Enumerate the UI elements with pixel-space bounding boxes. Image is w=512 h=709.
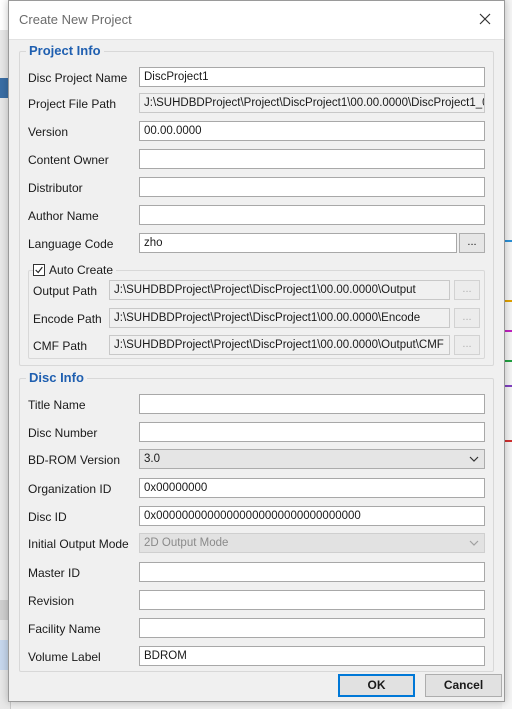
title-name-input[interactable] xyxy=(139,394,485,414)
facility-name-row: Facility Name xyxy=(28,618,485,640)
ok-button[interactable]: OK xyxy=(338,674,415,697)
cmf-path-row: CMF Path J:\SUHDBDProject\Project\DiscPr… xyxy=(33,335,480,357)
organization-id-row: Organization ID 0x00000000 xyxy=(28,478,485,500)
initial-output-mode-label: Initial Output Mode xyxy=(28,537,129,551)
disc-info-group: Disc Info Title Name Disc Number BD-ROM … xyxy=(19,370,494,672)
project-file-path-label: Project File Path xyxy=(28,97,117,111)
auto-create-checkbox[interactable] xyxy=(33,264,45,276)
content-owner-row: Content Owner xyxy=(28,149,485,171)
auto-create-group: Auto Create Output Path J:\SUHDBDProject… xyxy=(28,263,485,359)
language-code-browse-button[interactable]: ... xyxy=(459,233,485,253)
content-owner-input[interactable] xyxy=(139,149,485,169)
project-file-path-input[interactable]: J:\SUHDBDProject\Project\DiscProject1\00… xyxy=(139,93,485,113)
disc-project-name-label: Disc Project Name xyxy=(28,71,128,85)
output-path-browse-button[interactable]: ... xyxy=(454,280,480,300)
encode-path-row: Encode Path J:\SUHDBDProject\Project\Dis… xyxy=(33,308,480,330)
disc-id-input[interactable]: 0x00000000000000000000000000000000 xyxy=(139,506,485,526)
cancel-button[interactable]: Cancel xyxy=(425,674,502,697)
initial-output-mode-select[interactable]: 2D Output Mode xyxy=(139,533,485,553)
bd-rom-version-value: 3.0 xyxy=(144,453,160,465)
create-project-dialog: Create New Project Project Info Disc Pro… xyxy=(8,0,505,702)
master-id-input[interactable] xyxy=(139,562,485,582)
bd-rom-version-row: BD-ROM Version 3.0 xyxy=(28,449,485,471)
auto-create-label: Auto Create xyxy=(49,263,114,277)
disc-number-input[interactable] xyxy=(139,422,485,442)
cmf-path-label: CMF Path xyxy=(33,339,88,353)
author-name-row: Author Name xyxy=(28,205,485,227)
volume-label-input[interactable]: BDROM xyxy=(139,646,485,666)
revision-label: Revision xyxy=(28,594,75,608)
volume-label-label: Volume Label xyxy=(28,650,101,664)
disc-id-label: Disc ID xyxy=(28,510,67,524)
revision-input[interactable] xyxy=(139,590,485,610)
project-file-path-row: Project File Path J:\SUHDBDProject\Proje… xyxy=(28,93,485,115)
organization-id-label: Organization ID xyxy=(28,482,112,496)
cmf-path-browse-button[interactable]: ... xyxy=(454,335,480,355)
encode-path-input[interactable]: J:\SUHDBDProject\Project\DiscProject1\00… xyxy=(109,308,450,328)
title-name-label: Title Name xyxy=(28,398,86,412)
disc-id-row: Disc ID 0x000000000000000000000000000000… xyxy=(28,506,485,528)
project-info-group: Project Info Disc Project Name DiscProje… xyxy=(19,43,494,366)
title-name-row: Title Name xyxy=(28,394,485,416)
title-bar: Create New Project xyxy=(9,1,504,40)
encode-path-label: Encode Path xyxy=(33,312,102,326)
output-path-label: Output Path xyxy=(33,284,98,298)
disc-number-row: Disc Number xyxy=(28,422,485,444)
output-path-row: Output Path J:\SUHDBDProject\Project\Dis… xyxy=(33,280,480,302)
disc-project-name-input[interactable]: DiscProject1 xyxy=(139,67,485,87)
disc-project-name-row: Disc Project Name DiscProject1 xyxy=(28,67,485,89)
master-id-label: Master ID xyxy=(28,566,81,580)
bd-rom-version-select[interactable]: 3.0 xyxy=(139,449,485,469)
auto-create-header: Auto Create xyxy=(33,263,117,277)
chevron-down-icon xyxy=(469,540,479,546)
revision-row: Revision xyxy=(28,590,485,612)
version-row: Version 00.00.0000 xyxy=(28,121,485,143)
distributor-label: Distributor xyxy=(28,181,83,195)
distributor-row: Distributor xyxy=(28,177,485,199)
master-id-row: Master ID xyxy=(28,562,485,584)
disc-info-title: Disc Info xyxy=(26,370,87,385)
language-code-label: Language Code xyxy=(28,237,114,251)
facility-name-label: Facility Name xyxy=(28,622,101,636)
author-name-label: Author Name xyxy=(28,209,99,223)
content-owner-label: Content Owner xyxy=(28,153,109,167)
organization-id-input[interactable]: 0x00000000 xyxy=(139,478,485,498)
close-icon[interactable] xyxy=(476,10,494,28)
encode-path-browse-button[interactable]: ... xyxy=(454,308,480,328)
distributor-input[interactable] xyxy=(139,177,485,197)
cmf-path-input[interactable]: J:\SUHDBDProject\Project\DiscProject1\00… xyxy=(109,335,450,355)
volume-label-row: Volume Label BDROM xyxy=(28,646,485,668)
facility-name-input[interactable] xyxy=(139,618,485,638)
language-code-input[interactable]: zho xyxy=(139,233,457,253)
output-path-input[interactable]: J:\SUHDBDProject\Project\DiscProject1\00… xyxy=(109,280,450,300)
author-name-input[interactable] xyxy=(139,205,485,225)
initial-output-mode-value: 2D Output Mode xyxy=(144,537,229,549)
language-code-row: Language Code zho ... xyxy=(28,233,485,255)
bd-rom-version-label: BD-ROM Version xyxy=(28,453,121,467)
project-info-title: Project Info xyxy=(26,43,104,58)
chevron-down-icon xyxy=(469,456,479,462)
check-icon xyxy=(35,266,43,274)
version-label: Version xyxy=(28,125,69,139)
initial-output-mode-row: Initial Output Mode 2D Output Mode xyxy=(28,533,485,555)
version-input[interactable]: 00.00.0000 xyxy=(139,121,485,141)
dialog-title: Create New Project xyxy=(19,12,132,27)
disc-number-label: Disc Number xyxy=(28,426,98,440)
